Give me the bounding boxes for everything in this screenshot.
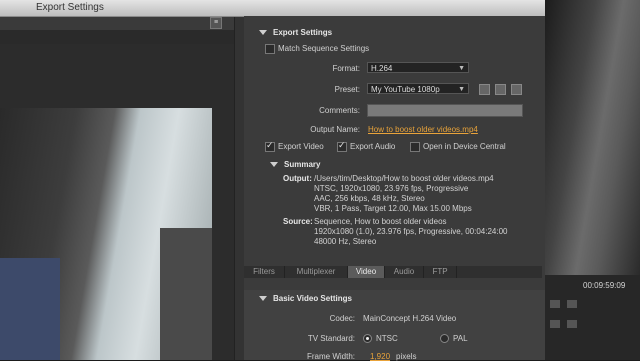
- disclosure-triangle-icon: [259, 296, 267, 302]
- match-sequence-label: Match Sequence Settings: [278, 44, 370, 54]
- tab-audio[interactable]: Audio: [385, 266, 424, 278]
- preview-tab-strip: [0, 16, 244, 31]
- tv-standard-label: TV Standard:: [307, 334, 355, 343]
- title-bar: Export Settings: [0, 0, 545, 17]
- summary-output: /Users/tim/Desktop/How to boost older vi…: [314, 174, 542, 214]
- tv-standard-ntsc-radio[interactable]: NTSC: [363, 334, 398, 344]
- export-audio-checkbox[interactable]: Export Audio: [337, 140, 396, 152]
- tv-standard-pal-radio[interactable]: PAL: [440, 334, 468, 344]
- summary-title: Summary: [284, 160, 321, 169]
- summary-source-label: Source:: [283, 217, 313, 226]
- video-preview: [0, 108, 212, 360]
- output-name-label: Output Name:: [310, 125, 360, 134]
- summary-output-line: VBR, 1 Pass, Target 12.00, Max 15.00 Mbp…: [314, 204, 472, 213]
- format-value: H.264: [371, 64, 393, 73]
- export-video-checkbox[interactable]: Export Video: [265, 140, 324, 152]
- summary-output-label: Output:: [283, 174, 312, 183]
- radio-icon: [440, 334, 449, 344]
- timeline-icon[interactable]: [567, 300, 577, 308]
- background-timeline: 00:09:59:09: [545, 275, 640, 360]
- tab-video[interactable]: Video: [348, 266, 385, 278]
- preset-dropdown[interactable]: My YouTube 1080p ▼: [367, 83, 469, 94]
- export-settings-title: Export Settings: [273, 28, 333, 37]
- match-sequence-checkbox[interactable]: Match Sequence Settings: [265, 44, 369, 54]
- import-preset-icon[interactable]: [495, 84, 506, 95]
- timeline-icon[interactable]: [550, 300, 560, 308]
- timeline-icon[interactable]: [567, 320, 577, 328]
- format-label: Format:: [332, 64, 360, 73]
- checkbox-icon: [265, 44, 275, 54]
- open-device-central-checkbox[interactable]: Open in Device Central: [410, 142, 506, 152]
- preset-value: My YouTube 1080p: [371, 85, 440, 94]
- window-title: Export Settings: [36, 2, 104, 13]
- comments-label: Comments:: [319, 106, 360, 115]
- summary-output-line: AAC, 256 kbps, 48 kHz, Stereo: [314, 194, 425, 203]
- tab-multiplexer[interactable]: Multiplexer: [285, 266, 348, 278]
- export-video-label: Export Video: [278, 142, 324, 152]
- background-video-frame: [545, 0, 640, 275]
- settings-tab-bar: Filters Multiplexer Video Audio FTP: [244, 266, 542, 278]
- tab-ftp[interactable]: FTP: [424, 266, 457, 278]
- delete-preset-icon[interactable]: [511, 84, 522, 95]
- summary-source-line: 48000 Hz, Stereo: [314, 237, 377, 246]
- checkbox-icon: [265, 140, 275, 152]
- checkbox-icon: [410, 142, 420, 152]
- export-settings-header[interactable]: Export Settings: [259, 28, 332, 37]
- save-preset-icon[interactable]: [479, 84, 490, 95]
- summary-source-line: 1920x1080 (1.0), 23.976 fps, Progressive…: [314, 227, 508, 236]
- radio-selected-icon: [363, 334, 372, 344]
- export-audio-label: Export Audio: [350, 142, 396, 152]
- basic-video-header[interactable]: Basic Video Settings: [259, 294, 352, 303]
- ntsc-label: NTSC: [376, 334, 398, 343]
- car-door: [160, 228, 212, 360]
- timeline-icon[interactable]: [550, 320, 560, 328]
- chevron-down-icon: ▼: [458, 65, 465, 72]
- basic-video-title: Basic Video Settings: [273, 294, 352, 303]
- summary-output-line: /Users/tim/Desktop/How to boost older vi…: [314, 174, 494, 183]
- codec-label: Codec:: [329, 314, 355, 323]
- comments-input[interactable]: [367, 104, 523, 117]
- disclosure-triangle-icon: [270, 162, 278, 168]
- codec-value: MainConcept H.264 Video: [363, 314, 457, 323]
- open-device-central-label: Open in Device Central: [423, 142, 506, 152]
- preview-toolbar: [0, 30, 244, 44]
- tab-filters[interactable]: Filters: [244, 266, 285, 278]
- summary-output-line: NTSC, 1920x1080, 23.976 fps, Progressive: [314, 184, 469, 193]
- panel-menu-icon[interactable]: ≡: [210, 17, 222, 29]
- summary-source: Sequence, How to boost older videos 1920…: [314, 217, 542, 247]
- chevron-down-icon: ▼: [458, 86, 465, 93]
- timecode: 00:09:59:09: [583, 281, 626, 290]
- summary-source-line: Sequence, How to boost older videos: [314, 217, 447, 226]
- checkbox-icon: [337, 140, 347, 152]
- summary-header[interactable]: Summary: [270, 160, 320, 169]
- person-shirt: [0, 258, 60, 360]
- pal-label: PAL: [453, 334, 468, 343]
- preset-label: Preset:: [334, 85, 360, 94]
- disclosure-triangle-icon: [259, 30, 267, 36]
- output-name-link[interactable]: How to boost older videos.mp4: [368, 125, 478, 134]
- format-dropdown[interactable]: H.264 ▼: [367, 62, 469, 73]
